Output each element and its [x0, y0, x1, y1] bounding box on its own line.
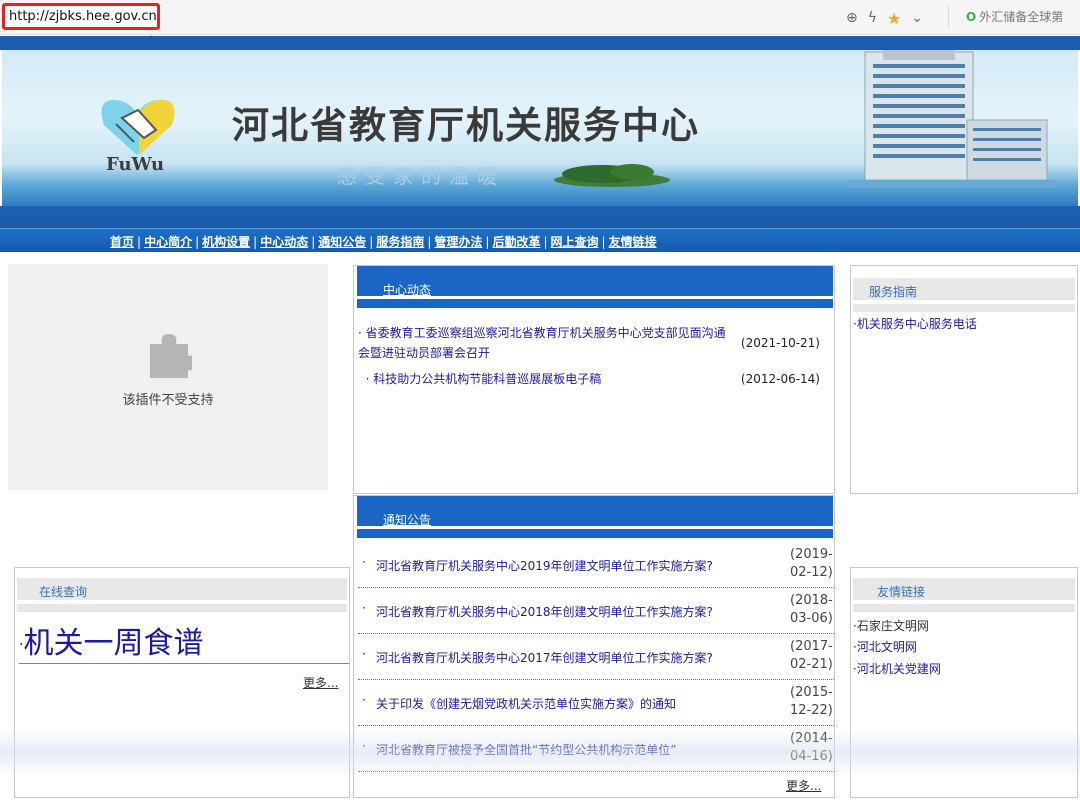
nav-separator: |: [427, 234, 432, 249]
notices-header: 通知公告: [357, 496, 833, 538]
nav-item-intro[interactable]: 中心简介: [144, 233, 192, 250]
list-item: ·机关服务中心服务电话: [853, 317, 977, 331]
news-date: (2021-10-21): [740, 336, 820, 350]
nav-separator: |: [137, 234, 142, 249]
notice-link[interactable]: 关于印发《创建无烟党政机关示范单位实施方案》的通知: [376, 695, 676, 712]
list-item: ·河北机关党建网: [853, 662, 941, 676]
island-image: [554, 164, 670, 187]
notices-more-link[interactable]: 更多...: [786, 777, 821, 794]
nav-item-query[interactable]: 网上查询: [551, 233, 599, 250]
notice-link[interactable]: 河北省教育厅被授予全国首批“节约型公共机构示范单位”: [376, 741, 676, 758]
nav-item-org[interactable]: 机构设置: [202, 233, 250, 250]
friend-links-header: 友情链接: [853, 578, 1075, 600]
news-date: (2012-06-14): [740, 372, 820, 386]
list-item: ·机关一周食谱: [19, 626, 204, 661]
handshake-logo-icon: [101, 100, 175, 155]
notice-date: (2018-03-06): [790, 593, 833, 626]
nav-separator: |: [311, 234, 316, 249]
news-link[interactable]: 科技助力公共机构节能科普巡展展板电子稿: [373, 372, 601, 386]
center-news-title[interactable]: 中心动态: [383, 281, 431, 298]
plugin-message: 该插件不受支持: [122, 393, 214, 408]
notice-link[interactable]: 河北省教育厅机关服务中心2017年创建文明单位工作实施方案?: [376, 649, 713, 666]
notice-link[interactable]: 河北省教育厅机关服务中心2018年创建文明单位工作实施方案?: [376, 603, 713, 620]
list-item: ·石家庄文明网: [853, 619, 929, 633]
nav-item-notices[interactable]: 通知公告: [318, 233, 366, 250]
nav-separator: |: [369, 234, 374, 249]
list-item: · 科技助力公共机构节能科普巡展展板电子稿 (2012-06-14): [358, 369, 828, 389]
nav-item-home[interactable]: 首页: [110, 233, 134, 250]
friend-link[interactable]: 河北机关党建网: [857, 662, 941, 676]
service-guide-panel: 服务指南 ·机关服务中心服务电话: [850, 265, 1078, 494]
service-guide-header: 服务指南: [853, 278, 1075, 300]
site-banner: FuWu 河北省教育厅机关服务中心 感受家的温暖: [2, 50, 1078, 208]
list-item: · 河北省教育厅机关服务中心2018年创建文明单位工作实施方案? (2018-0…: [358, 588, 834, 634]
notices-panel: 通知公告 · 河北省教育厅机关服务中心2019年创建文明单位工作实施方案? (2…: [353, 495, 835, 798]
main-nav: 首页 | 中心简介 | 机构设置 | 中心动态 | 通知公告 | 服务指南 | 管理办法 | …: [0, 228, 1080, 252]
query-more-link[interactable]: 更多...: [303, 674, 338, 691]
puzzle-icon: [150, 334, 192, 378]
center-news-header: 中心动态: [357, 266, 833, 308]
friend-links-panel: 友情链接 ·石家庄文明网 ·河北文明网 ·河北机关党建网: [850, 567, 1078, 798]
nav-list: 首页 | 中心简介 | 机构设置 | 中心动态 | 通知公告 | 服务指南 | 管理办法 | …: [110, 233, 657, 250]
list-item: · 河北省教育厅机关服务中心2017年创建文明单位工作实施方案? (2017-0…: [358, 634, 834, 680]
notice-date: (2015-12-22): [790, 685, 833, 718]
online-query-title: 在线查询: [39, 585, 88, 599]
notice-link[interactable]: 河北省教育厅机关服务中心2019年创建文明单位工作实施方案?: [376, 557, 713, 574]
menu-link[interactable]: 机关一周食谱: [23, 626, 203, 661]
friend-links-title: 友情链接: [877, 585, 926, 599]
online-query-header: 在线查询: [17, 578, 347, 600]
center-news-panel: 中心动态 · 省委教育工委巡察组巡察河北省教育厅机关服务中心党支部见面沟通会暨进…: [353, 265, 835, 494]
list-item: ·河北文明网: [853, 640, 917, 654]
service-guide-title: 服务指南: [869, 285, 918, 299]
list-item: · 河北省教育厅机关服务中心2019年创建文明单位工作实施方案? (2019-0…: [358, 542, 834, 588]
building-image: [847, 50, 1057, 188]
list-item: · 河北省教育厅被授予全国首批“节约型公共机构示范单位” (2014-04-16…: [358, 726, 834, 772]
banner-slogan: 感受家的温暖: [337, 164, 505, 188]
notice-date: (2017-02-21): [790, 639, 833, 672]
nav-item-reform[interactable]: 后勤改革: [492, 233, 540, 250]
site-title: 河北省教育厅机关服务中心: [232, 103, 700, 147]
nav-item-news[interactable]: 中心动态: [260, 233, 308, 250]
friend-link-text[interactable]: 石家庄文明网: [857, 619, 929, 633]
nav-item-guide[interactable]: 服务指南: [376, 233, 424, 250]
banner-bottom-strip: [0, 206, 1080, 228]
notice-date: (2019-02-12): [790, 547, 833, 580]
nav-item-links[interactable]: 友情链接: [609, 233, 657, 250]
nav-separator: |: [253, 234, 258, 249]
plugin-placeholder: 该插件不受支持: [8, 264, 328, 490]
nav-item-rules[interactable]: 管理办法: [434, 233, 482, 250]
news-link[interactable]: 省委教育工委巡察组巡察河北省教育厅机关服务中心党支部见面沟通会暨进驻动员部署会召…: [358, 326, 726, 360]
guide-link[interactable]: 机关服务中心服务电话: [857, 317, 977, 331]
logo-text: FuWu: [106, 154, 165, 175]
nav-separator: |: [601, 234, 606, 249]
list-item: · 关于印发《创建无烟党政机关示范单位实施方案》的通知 (2015-12-22): [358, 680, 834, 726]
friend-link[interactable]: 河北文明网: [857, 640, 917, 654]
list-item: · 省委教育工委巡察组巡察河北省教育厅机关服务中心党支部见面沟通会暨进驻动员部署…: [358, 326, 820, 360]
online-query-panel: 在线查询 ·机关一周食谱 更多...: [14, 567, 350, 798]
banner-top-strip: [0, 36, 1080, 50]
nav-separator: |: [485, 234, 490, 249]
notices-title[interactable]: 通知公告: [383, 511, 431, 528]
nav-separator: |: [195, 234, 200, 249]
notice-date: (2014-04-16): [790, 731, 833, 764]
nav-separator: |: [543, 234, 548, 249]
